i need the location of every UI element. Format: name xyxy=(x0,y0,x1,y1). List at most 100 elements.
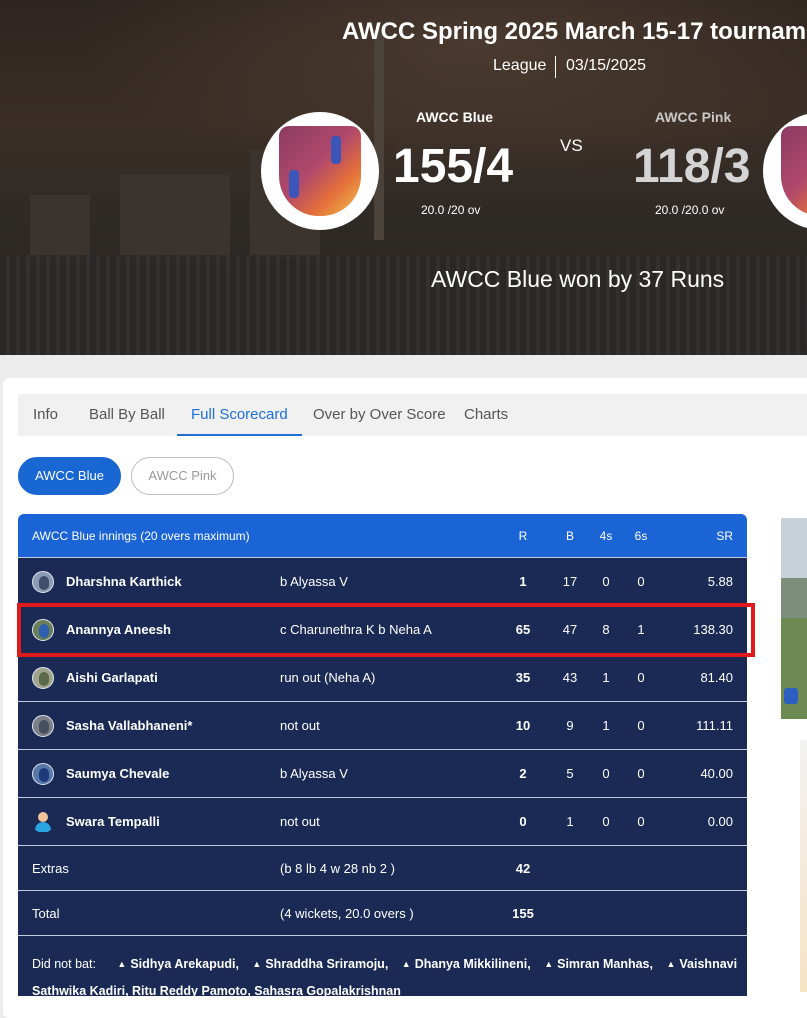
player-avatar xyxy=(32,619,54,641)
user-placeholder-icon xyxy=(32,811,54,833)
player-name[interactable]: Aishi Garlapati xyxy=(66,654,158,701)
match-result: AWCC Blue won by 37 Runs xyxy=(431,266,725,292)
strike-rate: 5.88 xyxy=(707,574,733,589)
tab-full-scorecard[interactable]: Full Scorecard xyxy=(177,394,302,436)
balls: 17 xyxy=(562,574,578,589)
team-toggle-awcc-blue[interactable]: AWCC Blue xyxy=(18,457,121,495)
tab-info[interactable]: Info xyxy=(33,394,58,436)
table-header-row: AWCC Blue innings (20 overs maximum) R B… xyxy=(18,514,747,558)
sixes: 0 xyxy=(637,718,645,733)
table-row: Aishi Garlapati run out (Neha A) 35 43 1… xyxy=(18,654,747,702)
player-figure-icon xyxy=(289,170,299,198)
col-balls: B xyxy=(565,528,574,543)
strike-rate: 138.30 xyxy=(693,622,733,637)
balls: 9 xyxy=(566,718,574,733)
player-avatar xyxy=(32,763,54,785)
stadium-tower xyxy=(374,30,384,240)
did-not-bat-list: Did not bat: Sidhya Arekapudi, Shraddha … xyxy=(32,957,747,971)
col-strike-rate: SR xyxy=(716,528,733,543)
tab-over-by-over[interactable]: Over by Over Score xyxy=(313,394,446,436)
total-value: 155 xyxy=(512,905,534,921)
side-media-thumbnail[interactable] xyxy=(781,518,807,719)
dismissal: not out xyxy=(280,814,320,829)
dismissal: not out xyxy=(280,718,320,733)
match-tabs: Info Ball By Ball Full Scorecard Over by… xyxy=(18,394,807,436)
table-row: Sasha Vallabhaneni* not out 10 9 1 0 111… xyxy=(18,702,747,750)
batting-scorecard-table: AWCC Blue innings (20 overs maximum) R B… xyxy=(18,514,747,998)
player-name[interactable]: Dharshna Karthick xyxy=(66,558,182,605)
match-type: League xyxy=(493,57,547,74)
fours: 0 xyxy=(602,814,610,829)
balls: 5 xyxy=(566,766,574,781)
player-avatar xyxy=(32,715,54,737)
extras-detail: (b 8 lb 4 w 28 nb 2 ) xyxy=(280,860,395,876)
did-not-bat-player[interactable]: Sidhya Arekapudi, xyxy=(117,957,239,971)
balls: 1 xyxy=(566,814,574,829)
player-name[interactable]: Saumya Chevale xyxy=(66,750,169,797)
team1-logo xyxy=(261,112,379,230)
col-fours: 4s xyxy=(599,528,613,543)
dismissal: b Alyassa V xyxy=(280,766,348,781)
innings-title: AWCC Blue innings (20 overs maximum) xyxy=(32,528,250,543)
dismissal: c Charunethra K b Neha A xyxy=(280,622,432,637)
col-sixes: 6s xyxy=(634,528,648,543)
dismissal: b Alyassa V xyxy=(280,574,348,589)
did-not-bat-line-2: Sathwika Kadiri, Ritu Reddy Pamoto, Saha… xyxy=(32,984,401,998)
tab-ball-by-ball[interactable]: Ball By Ball xyxy=(89,394,165,436)
side-panel-edge xyxy=(800,740,807,992)
fours: 0 xyxy=(602,574,610,589)
match-title: AWCC Spring 2025 March 15-17 tournament xyxy=(342,18,807,45)
strike-rate: 81.40 xyxy=(700,670,733,685)
video-badge-icon xyxy=(784,688,798,704)
versus-label: VS xyxy=(560,136,583,155)
sixes: 0 xyxy=(637,766,645,781)
extras-row: Extras (b 8 lb 4 w 28 nb 2 ) 42 xyxy=(18,846,747,891)
fours: 0 xyxy=(602,766,610,781)
strike-rate: 40.00 xyxy=(700,766,733,781)
sixes: 1 xyxy=(637,622,645,637)
balls: 47 xyxy=(562,622,578,637)
player-avatar xyxy=(32,571,54,593)
strike-rate: 111.11 xyxy=(696,718,733,733)
team1-name: AWCC Blue xyxy=(416,109,493,125)
sixes: 0 xyxy=(637,670,645,685)
did-not-bat-player[interactable]: Dhanya Mikkilineni, xyxy=(402,957,531,971)
player-name[interactable]: Anannya Aneesh xyxy=(66,606,171,653)
table-row: Saumya Chevale b Alyassa V 2 5 0 0 40.00 xyxy=(18,750,747,798)
col-runs: R xyxy=(518,528,528,543)
runs: 35 xyxy=(515,670,531,685)
tab-charts[interactable]: Charts xyxy=(464,394,508,436)
balls: 43 xyxy=(562,670,578,685)
sixes: 0 xyxy=(637,574,645,589)
fours: 1 xyxy=(602,670,610,685)
runs: 1 xyxy=(519,574,527,589)
team1-score: 155/4 xyxy=(393,140,514,193)
player-name[interactable]: Sasha Vallabhaneni* xyxy=(66,702,192,749)
runs: 2 xyxy=(519,766,527,781)
match-hero-banner: AWCC Spring 2025 March 15-17 tournament … xyxy=(0,0,807,355)
player-figure-icon xyxy=(331,136,341,164)
did-not-bat-row: Did not bat: Sidhya Arekapudi, Shraddha … xyxy=(18,936,747,998)
stadium-building xyxy=(120,175,230,265)
dismissal: run out (Neha A) xyxy=(280,670,376,685)
meta-divider xyxy=(555,56,556,78)
team2-name: AWCC Pink xyxy=(655,109,732,125)
runs: 10 xyxy=(515,718,531,733)
fours: 1 xyxy=(602,718,610,733)
sixes: 0 xyxy=(637,814,645,829)
fours: 8 xyxy=(602,622,610,637)
extras-label: Extras xyxy=(32,860,69,876)
table-row: Swara Tempalli not out 0 1 0 0 0.00 xyxy=(18,798,747,846)
total-row: Total (4 wickets, 20.0 overs ) 155 xyxy=(18,891,747,936)
match-date: 03/15/2025 xyxy=(566,57,647,74)
team-shield-icon xyxy=(781,126,807,216)
strike-rate: 0.00 xyxy=(707,814,733,829)
team-toggle-awcc-pink[interactable]: AWCC Pink xyxy=(131,457,234,495)
did-not-bat-player[interactable]: Simran Manhas, xyxy=(544,957,653,971)
did-not-bat-player[interactable]: Vaishnavi xyxy=(666,957,737,971)
player-name[interactable]: Swara Tempalli xyxy=(66,798,160,845)
did-not-bat-player[interactable]: Shraddha Sriramoju, xyxy=(252,957,388,971)
table-row: Dharshna Karthick b Alyassa V 1 17 0 0 5… xyxy=(18,558,747,606)
team1-overs: 20.0 /20 ov xyxy=(421,203,481,217)
runs: 0 xyxy=(519,814,527,829)
